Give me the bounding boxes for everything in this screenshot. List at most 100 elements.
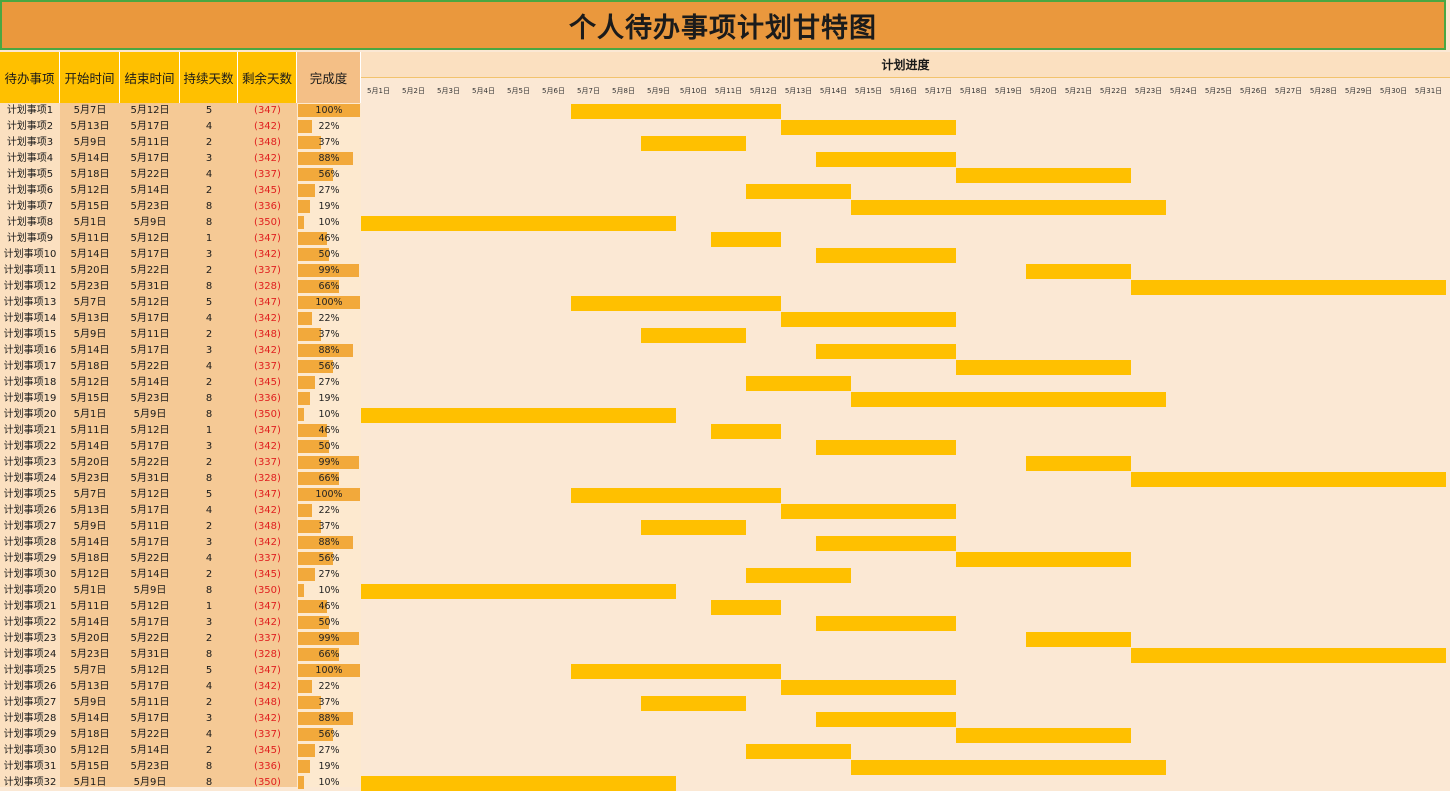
progress-percent[interactable]: 27% — [297, 743, 361, 759]
task-name-cell[interactable]: 计划事项30 — [0, 743, 60, 759]
progress-percent[interactable]: 56% — [297, 167, 361, 183]
end-date-cell[interactable]: 5月9日 — [120, 407, 180, 423]
day-header-cell[interactable]: 5月20日 — [1026, 78, 1061, 103]
task-name-cell[interactable]: 计划事项13 — [0, 295, 60, 311]
progress-percent[interactable]: 88% — [297, 151, 361, 167]
header-start[interactable]: 开始时间 — [60, 52, 120, 103]
start-date-cell[interactable]: 5月14日 — [60, 535, 120, 551]
remaining-days-cell[interactable]: (345) — [238, 567, 297, 583]
task-name-cell[interactable]: 计划事项31 — [0, 759, 60, 775]
task-name-cell[interactable]: 计划事项22 — [0, 615, 60, 631]
duration-cell[interactable]: 1 — [180, 423, 238, 439]
remaining-days-cell[interactable]: (336) — [238, 391, 297, 407]
day-header-cell[interactable]: 5月22日 — [1096, 78, 1131, 103]
task-name-cell[interactable]: 计划事项26 — [0, 679, 60, 695]
progress-percent[interactable]: 19% — [297, 391, 361, 407]
duration-cell[interactable]: 2 — [180, 183, 238, 199]
start-date-cell[interactable]: 5月13日 — [60, 119, 120, 135]
task-name-cell[interactable]: 计划事项11 — [0, 263, 60, 279]
end-date-cell[interactable]: 5月31日 — [120, 471, 180, 487]
progress-percent[interactable]: 22% — [297, 503, 361, 519]
day-header-cell[interactable]: 5月14日 — [816, 78, 851, 103]
remaining-days-cell[interactable]: (347) — [238, 423, 297, 439]
task-name-cell[interactable]: 计划事项4 — [0, 151, 60, 167]
task-name-cell[interactable]: 计划事项32 — [0, 775, 60, 791]
end-date-cell[interactable]: 5月17日 — [120, 247, 180, 263]
start-date-cell[interactable]: 5月12日 — [60, 375, 120, 391]
start-date-cell[interactable]: 5月18日 — [60, 359, 120, 375]
remaining-days-cell[interactable]: (337) — [238, 631, 297, 647]
start-date-cell[interactable]: 5月1日 — [60, 407, 120, 423]
duration-cell[interactable]: 2 — [180, 263, 238, 279]
progress-percent[interactable]: 66% — [297, 279, 361, 295]
start-date-cell[interactable]: 5月14日 — [60, 439, 120, 455]
end-date-cell[interactable]: 5月11日 — [120, 135, 180, 151]
day-header-cell[interactable]: 5月9日 — [641, 78, 676, 103]
end-date-cell[interactable]: 5月17日 — [120, 311, 180, 327]
task-name-cell[interactable]: 计划事项24 — [0, 647, 60, 663]
remaining-days-cell[interactable]: (342) — [238, 711, 297, 727]
progress-percent[interactable]: 88% — [297, 343, 361, 359]
duration-cell[interactable]: 5 — [180, 103, 238, 119]
end-date-cell[interactable]: 5月22日 — [120, 263, 180, 279]
remaining-days-cell[interactable]: (342) — [238, 503, 297, 519]
remaining-days-cell[interactable]: (348) — [238, 135, 297, 151]
task-name-cell[interactable]: 计划事项2 — [0, 119, 60, 135]
progress-percent[interactable]: 88% — [297, 535, 361, 551]
progress-percent[interactable]: 56% — [297, 551, 361, 567]
day-header-cell[interactable]: 5月27日 — [1271, 78, 1306, 103]
remaining-days-cell[interactable]: (342) — [238, 119, 297, 135]
day-header-cell[interactable]: 5月11日 — [711, 78, 746, 103]
remaining-days-cell[interactable]: (328) — [238, 279, 297, 295]
day-header-cell[interactable]: 5月12日 — [746, 78, 781, 103]
remaining-days-cell[interactable]: (347) — [238, 599, 297, 615]
duration-cell[interactable]: 2 — [180, 135, 238, 151]
end-date-cell[interactable]: 5月17日 — [120, 615, 180, 631]
end-date-cell[interactable]: 5月12日 — [120, 103, 180, 119]
progress-percent[interactable]: 99% — [297, 631, 361, 647]
duration-cell[interactable]: 3 — [180, 247, 238, 263]
task-name-cell[interactable]: 计划事项14 — [0, 311, 60, 327]
header-duration[interactable]: 持续天数 — [180, 52, 238, 103]
start-date-cell[interactable]: 5月23日 — [60, 279, 120, 295]
progress-percent[interactable]: 100% — [297, 487, 361, 503]
end-date-cell[interactable]: 5月12日 — [120, 295, 180, 311]
duration-cell[interactable]: 4 — [180, 359, 238, 375]
end-date-cell[interactable]: 5月12日 — [120, 599, 180, 615]
start-date-cell[interactable]: 5月7日 — [60, 663, 120, 679]
progress-percent[interactable]: 37% — [297, 327, 361, 343]
start-date-cell[interactable]: 5月23日 — [60, 471, 120, 487]
progress-percent[interactable]: 10% — [297, 215, 361, 231]
remaining-days-cell[interactable]: (342) — [238, 343, 297, 359]
progress-percent[interactable]: 37% — [297, 695, 361, 711]
duration-cell[interactable]: 4 — [180, 311, 238, 327]
duration-cell[interactable]: 3 — [180, 439, 238, 455]
day-header-cell[interactable]: 5月31日 — [1411, 78, 1446, 103]
remaining-days-cell[interactable]: (345) — [238, 375, 297, 391]
day-header-cell[interactable]: 5月8日 — [606, 78, 641, 103]
header-end[interactable]: 结束时间 — [120, 52, 180, 103]
day-header-cell[interactable]: 5月13日 — [781, 78, 816, 103]
day-header-cell[interactable]: 5月7日 — [571, 78, 606, 103]
start-date-cell[interactable]: 5月12日 — [60, 743, 120, 759]
day-header-cell[interactable]: 5月21日 — [1061, 78, 1096, 103]
start-date-cell[interactable]: 5月11日 — [60, 599, 120, 615]
start-date-cell[interactable]: 5月7日 — [60, 103, 120, 119]
duration-cell[interactable]: 4 — [180, 727, 238, 743]
end-date-cell[interactable]: 5月17日 — [120, 151, 180, 167]
end-date-cell[interactable]: 5月17日 — [120, 711, 180, 727]
start-date-cell[interactable]: 5月14日 — [60, 711, 120, 727]
start-date-cell[interactable]: 5月14日 — [60, 615, 120, 631]
end-date-cell[interactable]: 5月22日 — [120, 455, 180, 471]
remaining-days-cell[interactable]: (348) — [238, 519, 297, 535]
task-name-cell[interactable]: 计划事项5 — [0, 167, 60, 183]
start-date-cell[interactable]: 5月18日 — [60, 167, 120, 183]
duration-cell[interactable]: 8 — [180, 215, 238, 231]
remaining-days-cell[interactable]: (337) — [238, 727, 297, 743]
duration-cell[interactable]: 1 — [180, 599, 238, 615]
end-date-cell[interactable]: 5月12日 — [120, 663, 180, 679]
task-name-cell[interactable]: 计划事项20 — [0, 407, 60, 423]
end-date-cell[interactable]: 5月22日 — [120, 727, 180, 743]
start-date-cell[interactable]: 5月1日 — [60, 775, 120, 791]
progress-percent[interactable]: 46% — [297, 231, 361, 247]
